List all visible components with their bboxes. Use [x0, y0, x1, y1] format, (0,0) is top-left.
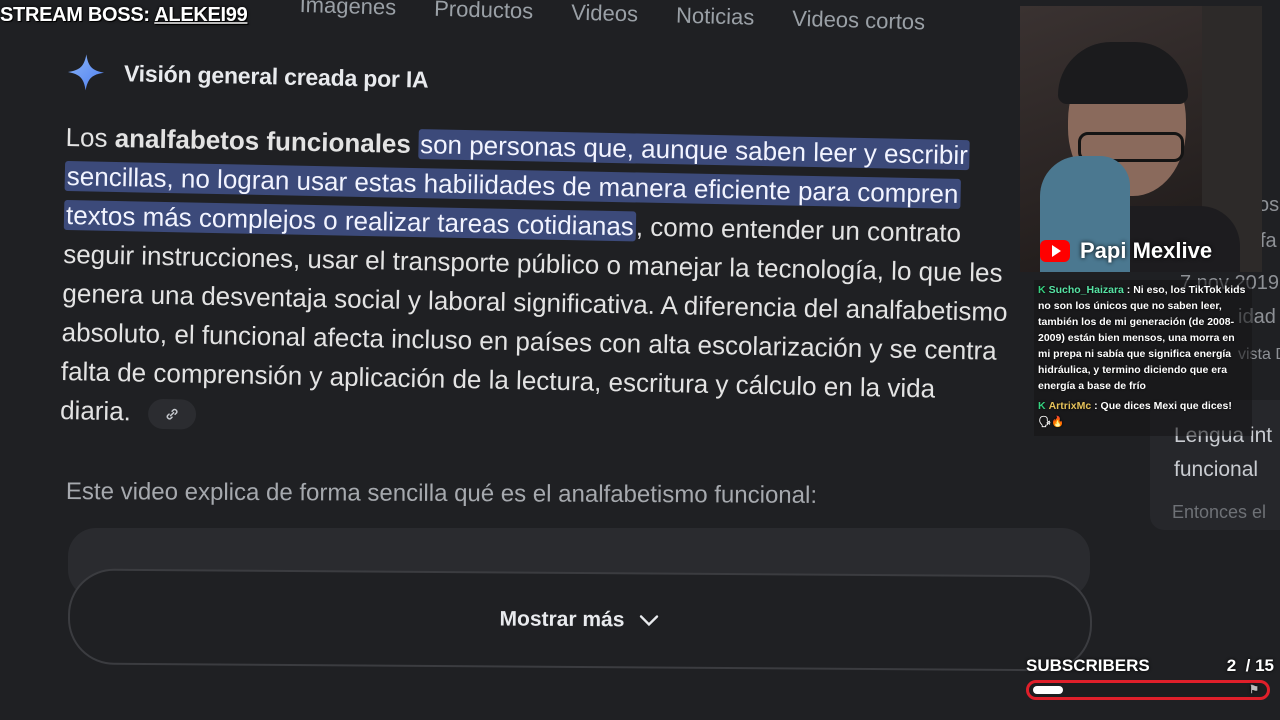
chat-username: Sucho_Haizara: [1048, 284, 1124, 296]
chat-message: K ArtrixMc : Que dices Mexi que dices! 🗣🔥: [1038, 398, 1248, 430]
side-card-subtitle: funcional: [1174, 458, 1259, 481]
text-segment: Los: [65, 121, 116, 153]
subscriber-goal: SUBSCRIBERS 2 / 15 ⚑: [1026, 656, 1276, 700]
channel-name: Papi Mexlive: [1080, 238, 1213, 263]
chevron-down-icon: [640, 615, 659, 627]
youtube-icon: [1040, 240, 1070, 262]
bold-term: analfabetos funcionales: [114, 122, 412, 159]
tab-news[interactable]: Noticias: [676, 3, 755, 31]
screen: Imágenes Productos Videos Noticias Video…: [0, 0, 1280, 720]
chat-username: ArtrixMc: [1048, 400, 1092, 412]
search-tabs: Imágenes Productos Videos Noticias Video…: [299, 0, 963, 37]
chat-text: : Ni eso, los TikTok kids no son los úni…: [1038, 284, 1246, 392]
highlighted-text: son personas que, aunque saben leer y es…: [417, 129, 971, 171]
chat-overlay: K Sucho_Haizara : Ni eso, los TikTok kids…: [1034, 280, 1252, 436]
side-text: fa: [1260, 230, 1277, 252]
webcam-feed: [1020, 6, 1262, 272]
tab-short-videos[interactable]: Videos cortos: [792, 6, 926, 36]
sparkle-icon: [67, 54, 104, 91]
stream-boss-banner: STREAM BOSS: ALEKEI99: [0, 4, 248, 27]
channel-tag: Papi Mexlive: [1040, 238, 1212, 264]
highlighted-text: textos más complejos o realizar tareas c…: [63, 199, 637, 242]
subscribers-current: 2: [1226, 656, 1237, 675]
side-card-footer: Entonces el: [1172, 502, 1267, 522]
show-more-button[interactable]: Mostrar más: [67, 568, 1093, 672]
tab-products[interactable]: Productos: [434, 0, 534, 25]
subscribers-count: 2 / 15: [1227, 656, 1274, 676]
tab-images[interactable]: Imágenes: [299, 0, 396, 21]
tab-videos[interactable]: Videos: [571, 0, 639, 27]
kick-badge-icon: K: [1038, 400, 1046, 412]
stream-boss-label: STREAM BOSS:: [0, 4, 150, 26]
text-line: diaria.: [59, 394, 132, 427]
link-icon: [166, 408, 178, 420]
streamer-cap: [1058, 42, 1188, 104]
chat-message: K Sucho_Haizara : Ni eso, los TikTok kids…: [1038, 282, 1248, 394]
source-link-button[interactable]: [147, 398, 197, 430]
stream-boss-name: ALEKEI99: [154, 4, 248, 26]
show-more-label: Mostrar más: [499, 607, 625, 632]
subscriber-progress-bar: ⚑: [1026, 680, 1270, 700]
text-segment: , como entender un contrato: [635, 211, 962, 248]
ai-overview-header: Visión general creada por IA: [66, 52, 429, 100]
subscribers-label: SUBSCRIBERS: [1026, 656, 1150, 675]
progress-fill: [1033, 686, 1063, 694]
finish-flag-icon: ⚑: [1249, 684, 1259, 696]
video-note: Este video explica de forma sencilla qué…: [65, 478, 818, 509]
ai-overview-title: Visión general creada por IA: [123, 59, 429, 93]
subscribers-goal-total: / 15: [1245, 656, 1274, 675]
kick-badge-icon: K: [1038, 284, 1046, 296]
